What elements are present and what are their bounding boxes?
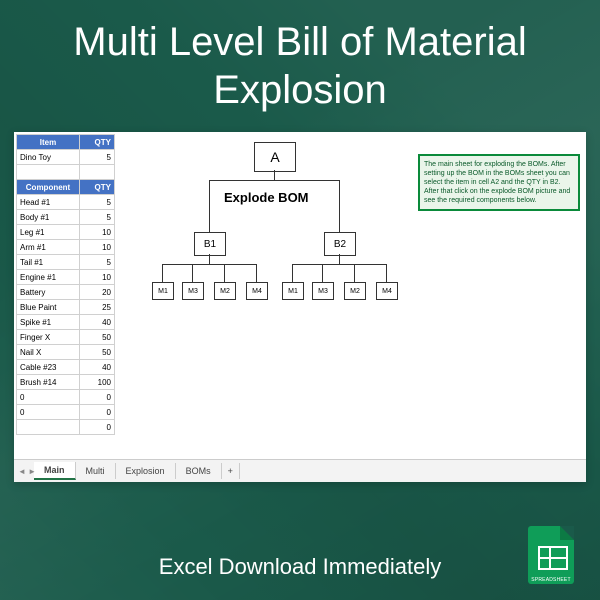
icon-label: SPREADSHEET (528, 577, 574, 583)
node-b1: B1 (194, 232, 226, 256)
node-m: M3 (312, 282, 334, 300)
table-row: Head #15 (17, 195, 115, 210)
table-row: Battery20 (17, 285, 115, 300)
table-row: Tail #15 (17, 255, 115, 270)
tab-main[interactable]: Main (34, 462, 76, 480)
table-row: Cable #2340 (17, 360, 115, 375)
info-callout: The main sheet for exploding the BOMs. A… (418, 154, 580, 211)
item-table: Item QTY Dino Toy 5 Component QTY Head #… (16, 134, 115, 435)
item-cell[interactable]: Dino Toy (17, 150, 80, 165)
node-m: M4 (246, 282, 268, 300)
table-row: Spike #140 (17, 315, 115, 330)
table-row: Nail X50 (17, 345, 115, 360)
page-title: Multi Level Bill of Material Explosion (0, 0, 600, 124)
spreadsheet-icon: SPREADSHEET (528, 526, 574, 586)
header-item: Item (17, 135, 80, 150)
data-tables: Item QTY Dino Toy 5 Component QTY Head #… (16, 134, 115, 435)
table-row: 00 (17, 390, 115, 405)
tab-nav-icon[interactable]: ◄ ► (18, 467, 36, 476)
node-m: M1 (282, 282, 304, 300)
sheet-tabs: ◄ ► Main Multi Explosion BOMs + (14, 459, 586, 482)
qty-cell[interactable]: 5 (80, 150, 115, 165)
spreadsheet-preview: Item QTY Dino Toy 5 Component QTY Head #… (14, 132, 586, 482)
table-row: Finger X50 (17, 330, 115, 345)
header-component: Component (17, 180, 80, 195)
node-m: M2 (344, 282, 366, 300)
tab-add[interactable]: + (222, 463, 240, 479)
table-row: Blue Paint25 (17, 300, 115, 315)
node-a: A (254, 142, 296, 172)
node-m: M1 (152, 282, 174, 300)
table-row: Leg #110 (17, 225, 115, 240)
bom-tree-diagram[interactable]: Explode BOM A B1 B2 M1 M3 M2 M4 M1 (144, 142, 404, 322)
header-qty: QTY (80, 135, 115, 150)
footer-text: Excel Download Immediately (0, 554, 600, 580)
table-row: Arm #110 (17, 240, 115, 255)
node-b2: B2 (324, 232, 356, 256)
table-row[interactable]: Dino Toy 5 (17, 150, 115, 165)
table-row: Engine #110 (17, 270, 115, 285)
table-row: 0 (17, 420, 115, 435)
explode-bom-label: Explode BOM (224, 190, 309, 205)
node-m: M3 (182, 282, 204, 300)
node-m: M2 (214, 282, 236, 300)
table-row: Body #15 (17, 210, 115, 225)
table-row: 00 (17, 405, 115, 420)
node-m: M4 (376, 282, 398, 300)
header-qty: QTY (80, 180, 115, 195)
table-row: Brush #14100 (17, 375, 115, 390)
tab-boms[interactable]: BOMs (176, 463, 222, 479)
tab-explosion[interactable]: Explosion (116, 463, 176, 479)
tab-multi[interactable]: Multi (76, 463, 116, 479)
table-row (17, 165, 115, 180)
